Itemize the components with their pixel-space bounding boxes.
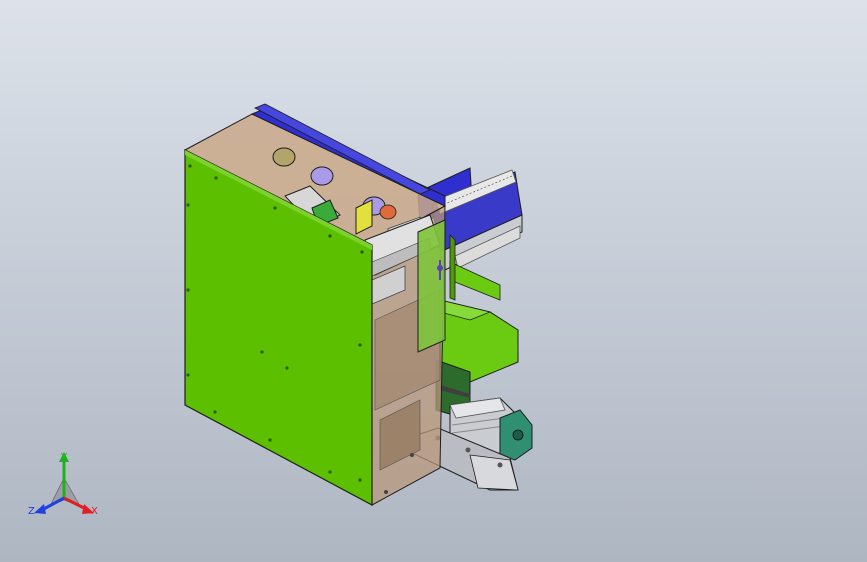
cad-graphics-viewport[interactable]: Y X Z: [0, 0, 867, 562]
cad-model-canvas[interactable]: [0, 0, 867, 562]
axis-x-label: X: [91, 506, 98, 517]
axis-triad-icon: Y X Z: [28, 452, 98, 517]
axis-z-label: Z: [28, 506, 35, 517]
axis-y-label: Y: [60, 452, 68, 463]
